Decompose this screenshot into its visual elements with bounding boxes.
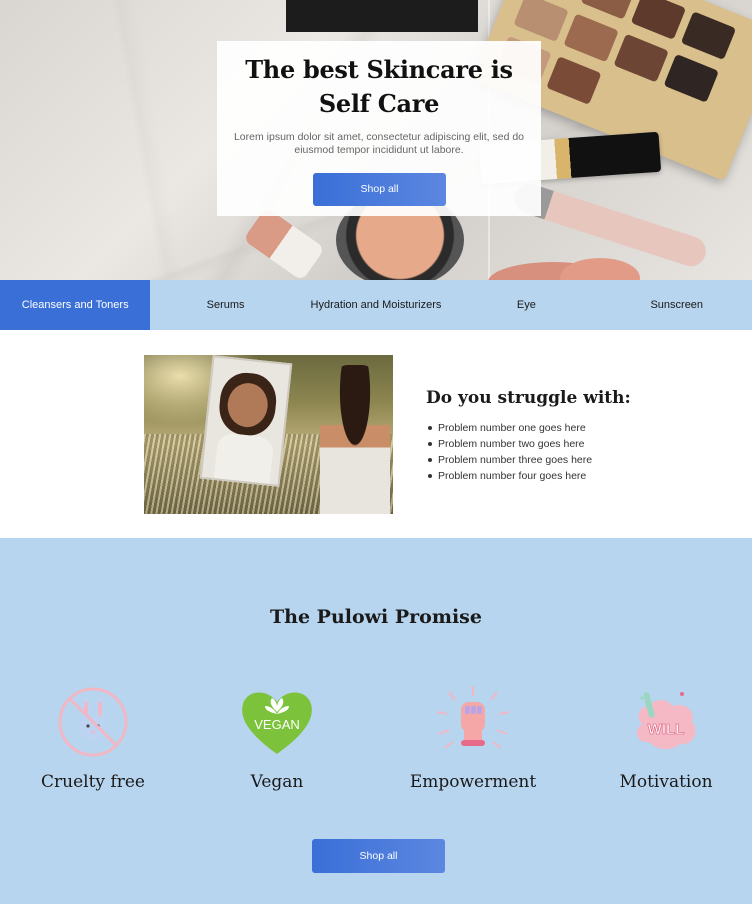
raised-fist-icon <box>436 686 510 749</box>
tab-hydration-and-moisturizers[interactable]: Hydration and Moisturizers <box>301 280 451 330</box>
tab-cleansers-and-toners[interactable]: Cleansers and Toners <box>0 280 151 330</box>
hero-subtitle: Lorem ipsum dolor sit amet, consectetur … <box>233 131 525 156</box>
category-tabs: Cleansers and Toners Serums Hydration an… <box>0 280 752 330</box>
woman-mirror-photo <box>144 355 393 514</box>
feature-vegan: VEGAN Vegan <box>187 684 367 792</box>
promise-section: The Pulowi Promise Cruelty free VEGAN Ve… <box>0 538 752 904</box>
struggle-heading: Do you struggle with: <box>426 388 631 408</box>
vegan-heart-icon: VEGAN <box>242 692 312 754</box>
feature-cruelty-free: Cruelty free <box>3 684 183 792</box>
tab-serums[interactable]: Serums <box>150 280 300 330</box>
feature-label: Vegan <box>250 772 304 792</box>
hero-title: The best Skincare is Self Care <box>245 55 513 118</box>
hero-card: The best Skincare is Self Care Lorem ips… <box>217 41 541 216</box>
list-item: Problem number three goes here <box>426 452 592 468</box>
shop-all-button[interactable]: Shop all <box>313 173 446 206</box>
vegan-icon-text: VEGAN <box>254 717 300 732</box>
feature-label: Empowerment <box>409 772 537 792</box>
list-item: Problem number two goes here <box>426 436 592 452</box>
tab-sunscreen[interactable]: Sunscreen <box>602 280 752 330</box>
feature-empowerment: Empowerment <box>383 684 563 792</box>
will-icon-text: WILL <box>648 721 685 738</box>
list-item: Problem number one goes here <box>426 420 592 436</box>
hero-banner: The best Skincare is Self Care Lorem ips… <box>0 0 752 280</box>
shop-all-button-bottom[interactable]: Shop all <box>312 839 445 873</box>
promise-heading: The Pulowi Promise <box>270 606 482 628</box>
feature-label: Cruelty free <box>41 772 145 792</box>
list-item: Problem number four goes here <box>426 468 592 484</box>
feature-label: Motivation <box>619 772 713 792</box>
will-sticker-icon: WILL <box>636 692 696 750</box>
problem-list: Problem number one goes here Problem num… <box>426 420 592 484</box>
tab-eye[interactable]: Eye <box>451 280 601 330</box>
feature-motivation: WILL Motivation <box>576 684 752 792</box>
makeup-case-image <box>286 0 478 32</box>
struggle-section: Do you struggle with: Problem number one… <box>0 330 752 538</box>
no-bunny-icon <box>58 687 128 757</box>
